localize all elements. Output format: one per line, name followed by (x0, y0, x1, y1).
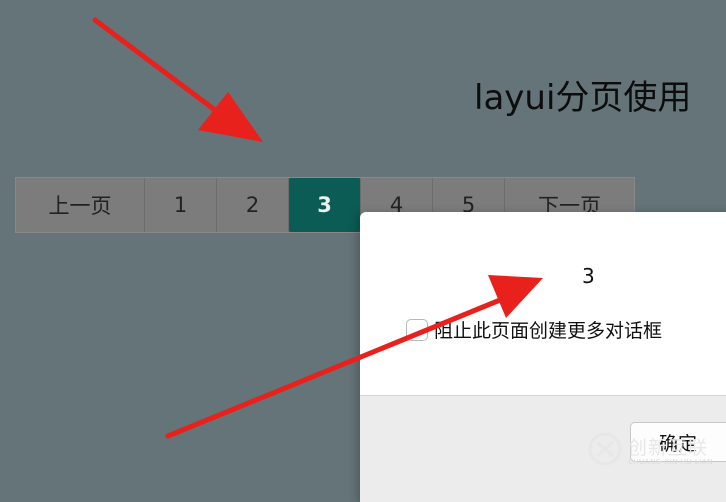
prevent-dialogs-label: 阻止此页面创建更多对话框 (434, 320, 663, 342)
dialog-message: 3 (582, 264, 595, 288)
arrow-top-line (92, 17, 218, 113)
page-1-button[interactable]: 1 (145, 178, 217, 232)
prev-page-button[interactable]: 上一页 (16, 178, 145, 232)
watermark-pinyin: CHUANG XIN HU LIAN (628, 457, 713, 466)
watermark-name: 创新互联 (628, 436, 709, 459)
page-title: layui分页使用 (474, 78, 692, 118)
prevent-dialogs-option[interactable]: 阻止此页面创建更多对话框 (406, 316, 662, 343)
arrow-top-head (198, 92, 263, 142)
page-3-button-current[interactable]: 3 (289, 178, 361, 232)
prevent-dialogs-checkbox[interactable] (406, 318, 428, 341)
brand-logo-icon (588, 432, 622, 466)
page-2-button[interactable]: 2 (217, 178, 289, 232)
watermark: 创新互联 CHUANG XIN HU LIAN (588, 432, 713, 466)
